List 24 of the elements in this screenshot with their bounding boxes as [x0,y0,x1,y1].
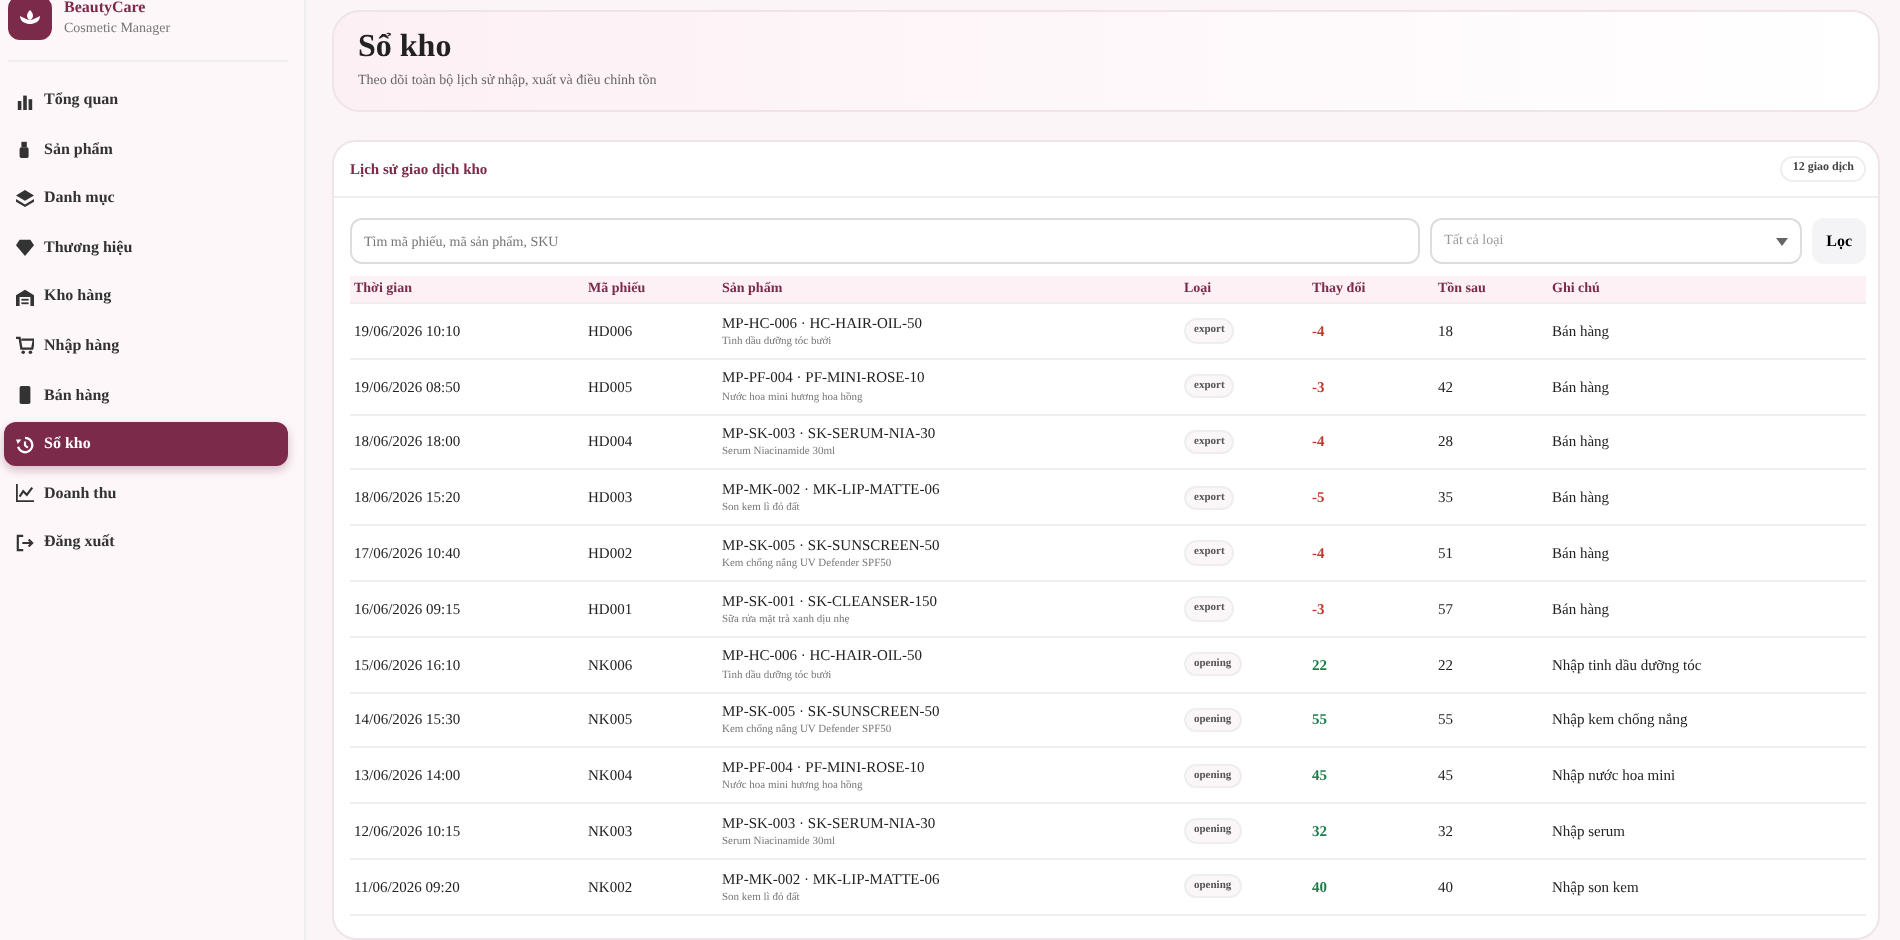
warehouse-icon [16,287,34,306]
sidebar-item[interactable]: Kho hàng [4,274,288,319]
sidebar-item[interactable]: Bán hàng [4,373,288,418]
sidebar-item[interactable]: Tổng quan [4,78,288,122]
history-icon [16,435,34,454]
sidebar-item[interactable]: Danh mục [4,176,288,221]
caret-icon [1776,237,1789,245]
sidebar-item[interactable]: Doanh thu [4,471,288,516]
gem-icon [16,238,34,257]
receipt-icon [16,386,34,405]
line-chart-icon [16,484,34,503]
bottle-icon [16,140,34,159]
sidebar-item[interactable]: Đăng xuất [4,520,288,565]
logout-icon [16,533,34,552]
sidebar-item[interactable]: Nhập hàng [4,323,288,368]
layers-icon [16,189,34,208]
brand-name: BeautyCare [64,0,148,19]
cart-icon [16,336,34,355]
sidebar-item[interactable]: Thương hiệu [4,225,288,270]
sidebar-item[interactable]: Sổ kho [4,422,288,467]
page-title: Sổ kho [358,28,454,68]
sidebar-item[interactable]: Sản phẩm [4,127,288,172]
chart-icon [16,91,34,109]
filter-button[interactable]: Lọc [1812,218,1866,264]
